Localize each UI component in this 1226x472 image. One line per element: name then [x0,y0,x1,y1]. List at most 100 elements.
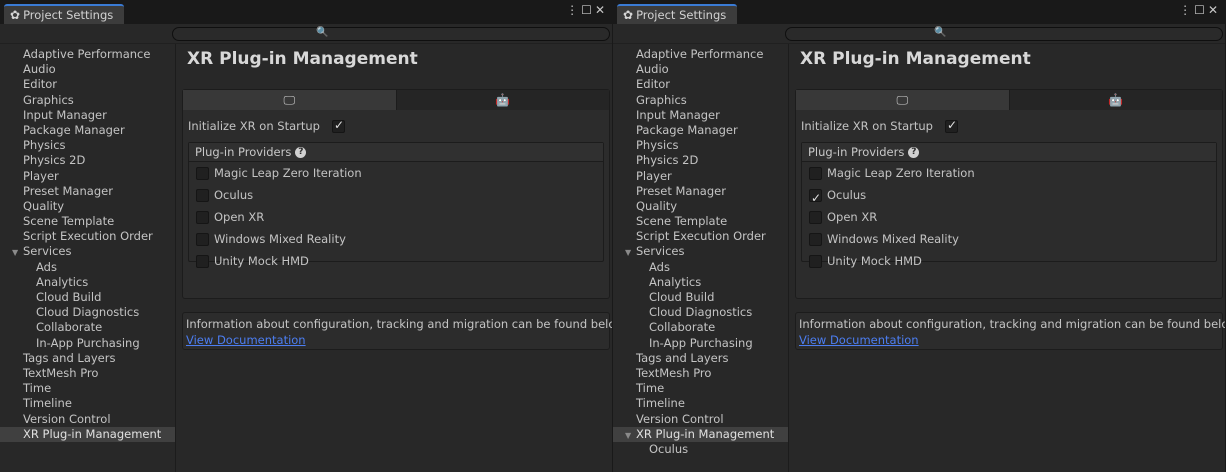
sidebar-item-physics-2d[interactable]: Physics 2D [0,153,175,168]
help-icon[interactable]: ? [908,147,920,158]
provider-checkbox[interactable] [196,211,209,224]
sidebar-item-cloud-diagnostics[interactable]: Cloud Diagnostics [613,305,788,320]
provider-windows-mixed-reality[interactable]: Windows Mixed Reality [802,228,1216,250]
sidebar-item-timeline[interactable]: Timeline [613,396,788,411]
sidebar-item-input-manager[interactable]: Input Manager [0,108,175,123]
sidebar-item-textmesh-pro[interactable]: TextMesh Pro [613,366,788,381]
sidebar-item-physics[interactable]: Physics [613,138,788,153]
provider-open-xr[interactable]: Open XR [802,206,1216,228]
sidebar-item-textmesh-pro[interactable]: TextMesh Pro [0,366,175,381]
sidebar-item-input-manager[interactable]: Input Manager [613,108,788,123]
initialize-xr-label: Initialize XR on Startup [188,119,320,133]
provider-checkbox[interactable] [809,233,822,246]
view-documentation-link[interactable]: View Documentation [186,333,306,347]
expand-triangle-icon[interactable]: ▼ [625,245,636,260]
more-options-icon[interactable]: ⋮ [566,3,581,17]
provider-checkbox[interactable] [196,189,209,202]
sidebar-item-quality[interactable]: Quality [0,199,175,214]
sidebar-item-analytics[interactable]: Analytics [0,275,175,290]
sidebar-item-graphics[interactable]: Graphics [613,93,788,108]
provider-magic-leap[interactable]: Magic Leap Zero Iteration [189,162,603,184]
project-settings-tab[interactable]: ✿ Project Settings [617,4,737,24]
sidebar-item-physics[interactable]: Physics [0,138,175,153]
sidebar-item-version-control[interactable]: Version Control [0,412,175,427]
provider-checkbox[interactable] [809,187,822,209]
sidebar-item-editor[interactable]: Editor [613,77,788,92]
sidebar-item-scene-template[interactable]: Scene Template [0,214,175,229]
sidebar-item-ads[interactable]: Ads [613,260,788,275]
tab-android[interactable]: 🤖 [1009,90,1222,110]
provider-windows-mixed-reality[interactable]: Windows Mixed Reality [189,228,603,250]
tab-desktop[interactable]: 🖵 [796,90,1010,110]
tab-android[interactable]: 🤖 [396,90,609,110]
provider-checkbox[interactable] [196,167,209,180]
sidebar-item-timeline[interactable]: Timeline [0,396,175,411]
provider-unity-mock-hmd[interactable]: Unity Mock HMD [189,250,603,272]
provider-unity-mock-hmd[interactable]: Unity Mock HMD [802,250,1216,272]
search-input[interactable]: 🔍 [172,27,610,41]
sidebar-item-services[interactable]: ▼ Services [613,244,788,259]
sidebar-item-quality[interactable]: Quality [613,199,788,214]
provider-checkbox[interactable] [809,255,822,268]
sidebar-item-time[interactable]: Time [0,381,175,396]
provider-checkbox[interactable] [809,167,822,180]
tab-title: Project Settings [636,8,727,22]
provider-checkbox[interactable] [809,211,822,224]
tab-desktop[interactable]: 🖵 [183,90,397,110]
sidebar-item-analytics[interactable]: Analytics [613,275,788,290]
close-icon[interactable]: ✕ [1208,3,1221,17]
sidebar-item-player[interactable]: Player [613,169,788,184]
sidebar-item-package-manager[interactable]: Package Manager [613,123,788,138]
provider-magic-leap[interactable]: Magic Leap Zero Iteration [802,162,1216,184]
provider-checkbox[interactable] [196,255,209,268]
close-icon[interactable]: ✕ [595,3,608,17]
provider-checkbox[interactable] [196,233,209,246]
sidebar-item-preset-manager[interactable]: Preset Manager [613,184,788,199]
help-icon[interactable]: ? [295,147,307,158]
sidebar-item-preset-manager[interactable]: Preset Manager [0,184,175,199]
sidebar-item-collaborate[interactable]: Collaborate [0,320,175,335]
sidebar-item-services[interactable]: ▼ Services [0,244,175,259]
sidebar-item-script-execution-order[interactable]: Script Execution Order [0,229,175,244]
expand-triangle-icon[interactable]: ▼ [625,428,636,443]
search-input[interactable]: 🔍 [785,27,1223,41]
maximize-icon[interactable]: ☐ [581,3,595,17]
sidebar-item-version-control[interactable]: Version Control [613,412,788,427]
sidebar-item-cloud-diagnostics[interactable]: Cloud Diagnostics [0,305,175,320]
sidebar-item-xr-plugin-management[interactable]: XR Plug-in Management [0,426,175,442]
project-settings-tab[interactable]: ✿ Project Settings [4,4,124,24]
provider-oculus[interactable]: Oculus [802,184,1216,209]
sidebar-item-collaborate[interactable]: Collaborate [613,320,788,335]
sidebar-item-oculus[interactable]: Oculus [613,442,788,457]
sidebar-item-audio[interactable]: Audio [0,62,175,77]
sidebar-item-graphics[interactable]: Graphics [0,93,175,108]
provider-open-xr[interactable]: Open XR [189,206,603,228]
sidebar-item-tags-and-layers[interactable]: Tags and Layers [0,351,175,366]
sidebar-item-label: XR Plug-in Management [636,426,775,441]
provider-oculus[interactable]: Oculus [189,184,603,206]
maximize-icon[interactable]: ☐ [1194,3,1208,17]
sidebar-item-physics-2d[interactable]: Physics 2D [613,153,788,168]
sidebar-item-editor[interactable]: Editor [0,77,175,92]
sidebar-item-in-app-purchasing[interactable]: In-App Purchasing [613,336,788,351]
sidebar-item-adaptive-performance[interactable]: Adaptive Performance [613,47,788,62]
sidebar-item-tags-and-layers[interactable]: Tags and Layers [613,351,788,366]
sidebar-item-ads[interactable]: Ads [0,260,175,275]
settings-content: XR Plug-in Management 🖵 🤖 Initialize XR … [790,44,1225,472]
expand-triangle-icon[interactable]: ▼ [12,245,23,260]
more-options-icon[interactable]: ⋮ [1179,3,1194,17]
sidebar-item-time[interactable]: Time [613,381,788,396]
sidebar-item-player[interactable]: Player [0,169,175,184]
sidebar-item-cloud-build[interactable]: Cloud Build [613,290,788,305]
initialize-xr-checkbox[interactable] [944,118,958,133]
sidebar-item-audio[interactable]: Audio [613,62,788,77]
sidebar-item-package-manager[interactable]: Package Manager [0,123,175,138]
view-documentation-link[interactable]: View Documentation [799,333,919,347]
initialize-xr-checkbox[interactable] [331,118,345,133]
sidebar-item-scene-template[interactable]: Scene Template [613,214,788,229]
sidebar-item-adaptive-performance[interactable]: Adaptive Performance [0,47,175,62]
sidebar-item-in-app-purchasing[interactable]: In-App Purchasing [0,336,175,351]
sidebar-item-script-execution-order[interactable]: Script Execution Order [613,229,788,244]
sidebar-item-xr-plugin-management[interactable]: ▼ XR Plug-in Management [613,426,788,443]
sidebar-item-cloud-build[interactable]: Cloud Build [0,290,175,305]
